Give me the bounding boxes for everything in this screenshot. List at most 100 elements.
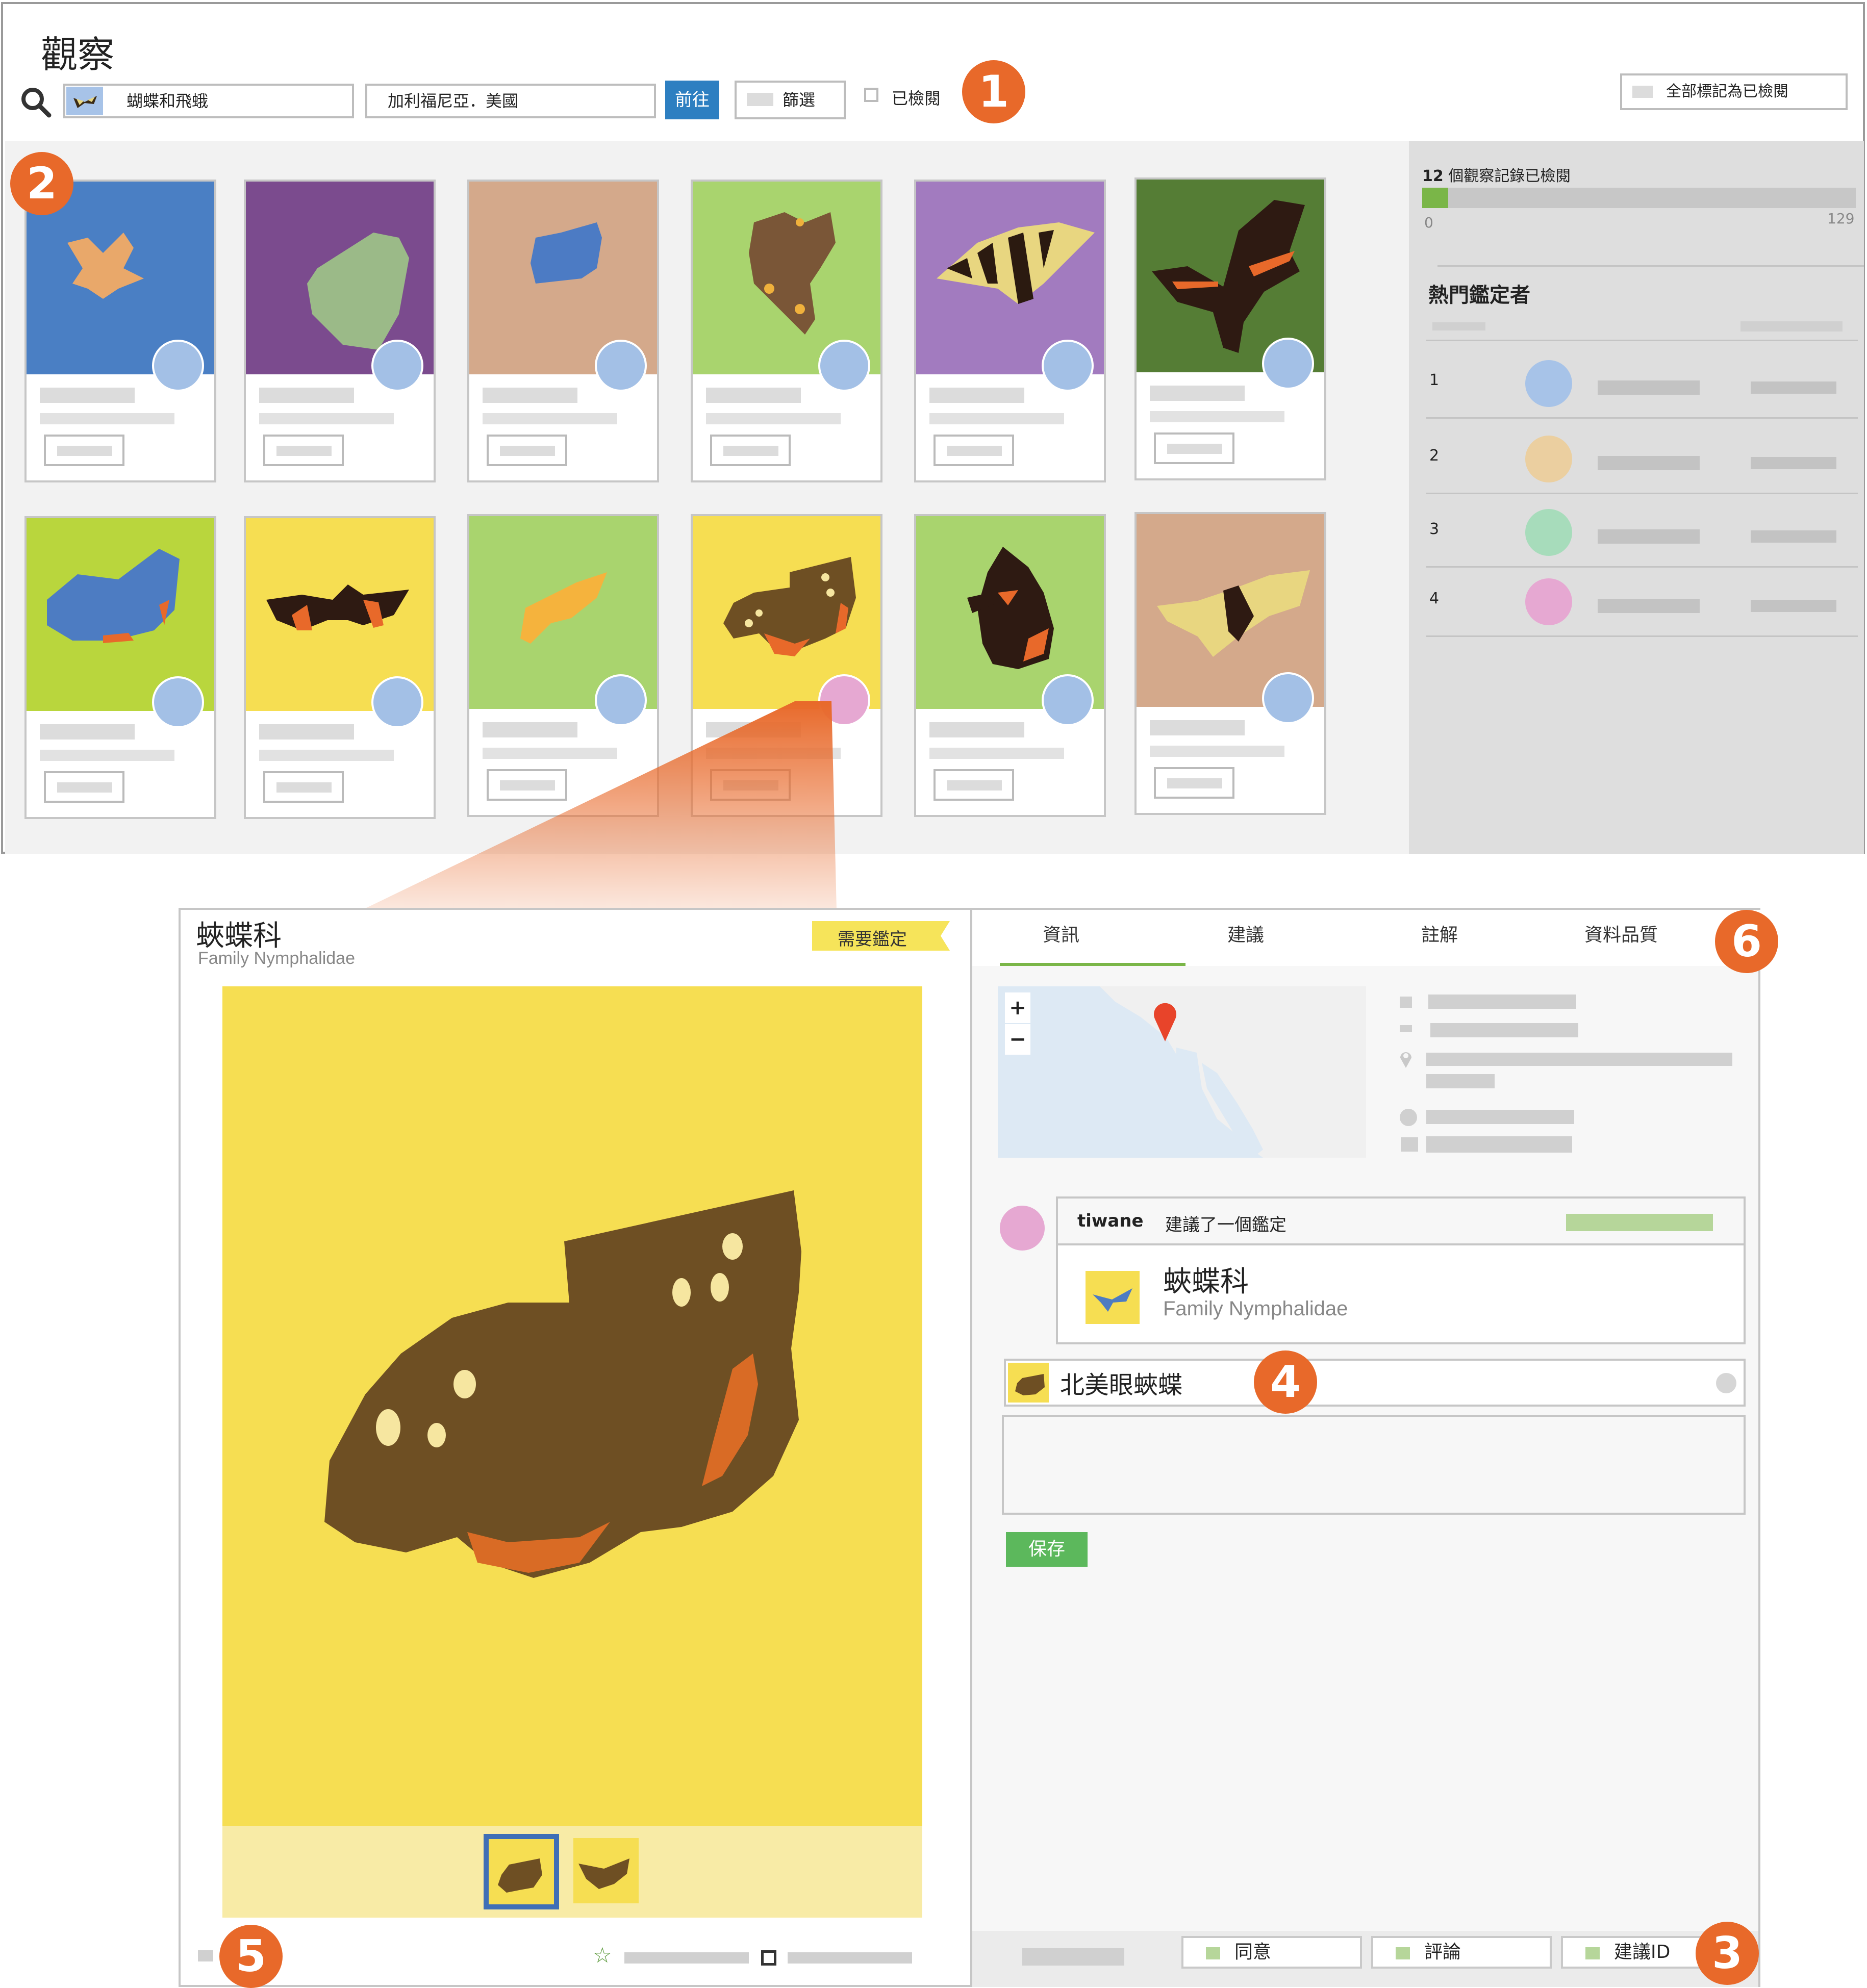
mark-all-swatch-icon: [1632, 86, 1653, 98]
observer-avatar[interactable]: [371, 676, 423, 728]
identifier-name-placeholder: [1598, 529, 1700, 544]
observation-card[interactable]: [244, 180, 436, 482]
needs-id-tag: 需要鑑定: [812, 921, 950, 951]
observation-card[interactable]: [467, 514, 659, 817]
observation-map[interactable]: + −: [998, 986, 1366, 1158]
suggest-taxon-input[interactable]: 北美眼蛺蝶: [1004, 1359, 1746, 1407]
observer-avatar[interactable]: [1042, 340, 1094, 392]
tab-annotations[interactable]: 註解: [1348, 920, 1531, 947]
progress-max-label: 129: [1827, 210, 1855, 227]
identification-taxon-thumbnail: [1086, 1271, 1140, 1324]
tab-suggestions[interactable]: 建議: [1154, 920, 1338, 947]
filters-label: 篩選: [783, 90, 816, 110]
location-pin-icon: [1400, 1052, 1411, 1068]
identifier-row-divider: [1426, 566, 1858, 568]
photo-thumbnail-selected[interactable]: [484, 1834, 559, 1909]
tab-info[interactable]: 資訊: [969, 920, 1153, 947]
identification-taxon-name[interactable]: 蛺蝶科: [1163, 1259, 1249, 1300]
place-filter-value: 加利福尼亞．美國: [388, 91, 519, 111]
reviewed-text: 個觀察記錄已檢閱: [1448, 167, 1571, 185]
observer-avatar[interactable]: [1262, 672, 1314, 724]
identifier-name-placeholder: [1598, 380, 1700, 395]
photo-thumbnail-strip: [222, 1826, 922, 1918]
observer-avatar[interactable]: [818, 674, 870, 726]
identifier-avatar[interactable]: [1000, 1206, 1045, 1251]
observation-grid: 2: [5, 141, 1409, 854]
reviewed-sidebar: 12 個觀察記錄已檢閱 0 129 熱門鑑定者 1234: [1409, 141, 1864, 854]
taxon-filter-input[interactable]: 蝴蝶和飛蛾: [63, 84, 354, 118]
agree-button[interactable]: 同意: [1181, 1936, 1362, 1969]
main-observation-photo[interactable]: [222, 986, 922, 1826]
suggest-id-label: 建議ID: [1614, 1942, 1671, 1962]
observer-avatar[interactable]: [371, 340, 423, 392]
mark-all-reviewed-button[interactable]: 全部標記為已檢閱: [1620, 73, 1848, 110]
observation-card[interactable]: [691, 514, 882, 817]
comment-label: 評論: [1424, 1942, 1461, 1962]
footer-checkbox[interactable]: [761, 1950, 776, 1966]
page-title: 觀察: [41, 33, 115, 76]
identifier-avatar[interactable]: [1525, 360, 1572, 407]
observation-card[interactable]: [691, 180, 882, 482]
identifier-count-placeholder: [1751, 457, 1836, 469]
comment-button[interactable]: 評論: [1371, 1936, 1552, 1969]
map-zoom-in-button[interactable]: +: [1005, 992, 1030, 1023]
observation-card[interactable]: [1134, 512, 1326, 815]
reviewed-progress-fill: [1422, 188, 1448, 208]
filters-button[interactable]: 篩選: [735, 81, 846, 119]
reviewed-checkbox[interactable]: [864, 88, 878, 102]
suggest-taxon-value: 北美眼蛺蝶: [1060, 1371, 1183, 1399]
map-zoom-out-button[interactable]: −: [1005, 1024, 1030, 1055]
observation-card[interactable]: [24, 516, 216, 819]
callout-badge-3: 3: [1696, 1922, 1759, 1985]
reviewed-checkbox-label: 已檢閱: [892, 89, 941, 108]
suggest-clear-icon[interactable]: [1716, 1373, 1736, 1393]
tab-data-quality[interactable]: 資料品質: [1529, 920, 1713, 947]
observation-card[interactable]: [24, 180, 216, 482]
observation-detail-info-panel: 資訊 建議 註解 資料品質 6 + − tiwane 建議了一個鑑定 蛺蝶科 F…: [969, 908, 1778, 1987]
observation-card[interactable]: [467, 180, 659, 482]
observer-avatar[interactable]: [818, 340, 870, 392]
callout-badge-6: 6: [1715, 910, 1778, 973]
place-filter-input[interactable]: 加利福尼亞．美國: [365, 84, 656, 118]
observation-card[interactable]: [1134, 177, 1326, 480]
callout-badge-1: 1: [962, 60, 1025, 123]
observer-avatar[interactable]: [1262, 338, 1314, 390]
observation-card[interactable]: [244, 516, 436, 819]
observation-card[interactable]: [914, 514, 1106, 817]
search-icon[interactable]: [19, 86, 52, 118]
observer-avatar[interactable]: [595, 674, 647, 726]
favorite-star-icon[interactable]: ☆: [593, 1943, 612, 1968]
identifier-count-placeholder: [1751, 381, 1836, 394]
taxon-filter-value: 蝴蝶和飛蛾: [127, 91, 209, 111]
identifier-avatar[interactable]: [1525, 436, 1572, 482]
identifier-rank: 2: [1429, 447, 1440, 465]
identifier-count-placeholder: [1751, 600, 1836, 612]
observer-avatar[interactable]: [1042, 674, 1094, 726]
identifier-name-placeholder: [1598, 599, 1700, 613]
observation-card[interactable]: [914, 180, 1106, 482]
active-tab-indicator: [1000, 963, 1185, 966]
identifier-row-divider: [1426, 493, 1858, 494]
observations-panel: 觀察 蝴蝶和飛蛾 加利福尼亞．美國 前往 篩選 已檢閱 1 全部標記為已檢閱 2…: [1, 2, 1865, 854]
callout-badge-4: 4: [1254, 1350, 1317, 1414]
butterfly-thumbnail-icon: [66, 87, 103, 115]
photo-thumbnail[interactable]: [573, 1838, 639, 1903]
observer-avatar[interactable]: [595, 340, 647, 392]
map-pin-icon[interactable]: [1151, 1002, 1179, 1042]
identification-taxon-scientific: Family Nymphalidae: [1163, 1297, 1348, 1320]
taxon-name: 蛺蝶科: [196, 920, 282, 953]
needs-id-label: 需要鑑定: [838, 929, 907, 950]
taxon-scientific-name: Family Nymphalidae: [198, 949, 355, 968]
identifier-rank: 1: [1429, 371, 1440, 389]
identifier-name-placeholder: [1598, 456, 1700, 470]
go-button[interactable]: 前往: [665, 81, 719, 119]
identifier-avatar[interactable]: [1525, 578, 1572, 625]
identification-agreement-bar: [1566, 1214, 1713, 1231]
identifier-username[interactable]: tiwane: [1077, 1211, 1144, 1231]
save-button[interactable]: 保存: [1006, 1532, 1088, 1567]
identification-action: 建議了一個鑑定: [1165, 1215, 1286, 1235]
comment-textarea[interactable]: [1002, 1415, 1746, 1515]
observer-avatar[interactable]: [152, 340, 204, 392]
observer-avatar[interactable]: [152, 676, 204, 728]
identifier-avatar[interactable]: [1525, 509, 1572, 556]
